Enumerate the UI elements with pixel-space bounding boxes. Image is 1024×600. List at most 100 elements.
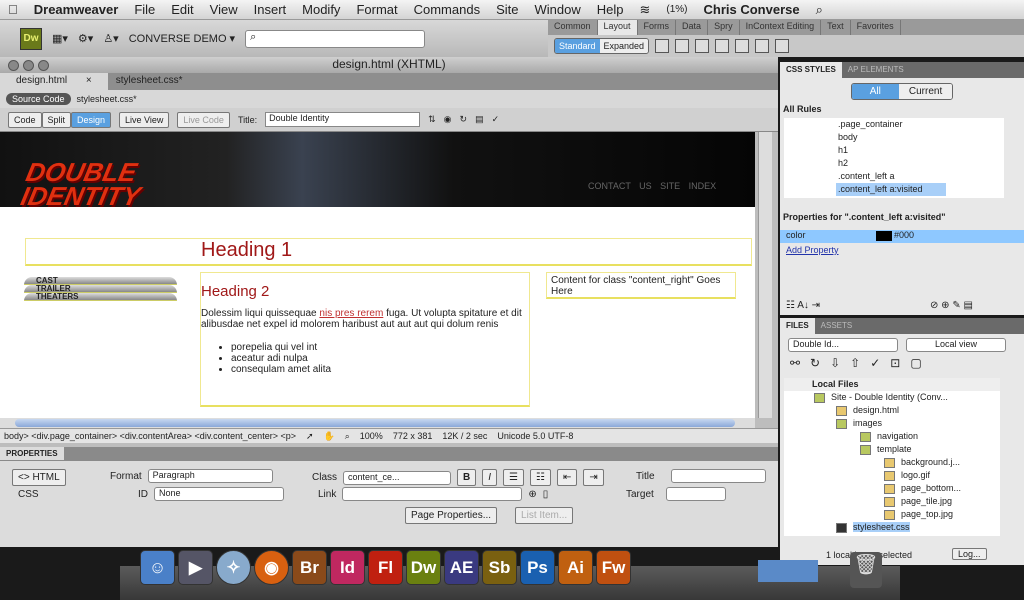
bold-button[interactable]: B: [457, 469, 477, 486]
indent-icon[interactable]: ⇥: [583, 469, 604, 486]
spry-tabbed-icon[interactable]: [715, 39, 730, 53]
horizontal-scrollbar[interactable]: [0, 418, 755, 428]
refresh-icon[interactable]: ↻: [460, 114, 468, 125]
spry-menu-icon[interactable]: [695, 39, 710, 53]
layout-icon[interactable]: ▦▾: [52, 32, 68, 45]
select-tool-icon[interactable]: ➚: [306, 431, 314, 442]
tab-incontext[interactable]: InContext Editing: [740, 20, 822, 35]
all-mode-button[interactable]: All: [851, 84, 899, 99]
menu-commands[interactable]: Commands: [414, 2, 480, 17]
point-to-file-icon[interactable]: ⊕: [528, 489, 536, 500]
visual-aids-icon[interactable]: ▤: [475, 114, 484, 125]
vertical-scrollbar[interactable]: [758, 132, 772, 418]
property-value[interactable]: #000: [894, 230, 914, 240]
spry-collapsible-icon[interactable]: [755, 39, 770, 53]
page-properties-button[interactable]: Page Properties...: [405, 507, 498, 524]
tree-item-site[interactable]: Site - Double Identity (Conv...: [784, 391, 1000, 404]
design-view-button[interactable]: Design: [71, 111, 112, 128]
format-select[interactable]: Paragraph: [147, 469, 273, 483]
zoom-window-icon[interactable]: [38, 60, 49, 71]
list-item-button[interactable]: List Item...: [515, 507, 574, 524]
tab-forms[interactable]: Forms: [638, 20, 677, 35]
link-input[interactable]: [342, 487, 523, 501]
related-file-stylesheet[interactable]: stylesheet.css*: [77, 94, 137, 104]
minimize-window-icon[interactable]: [23, 60, 34, 71]
window-size[interactable]: 772 x 381: [393, 431, 433, 441]
preview-browser-icon[interactable]: ◉: [444, 114, 452, 125]
check-page-icon[interactable]: ✓: [492, 114, 500, 125]
hand-tool-icon[interactable]: ✋: [324, 431, 335, 442]
menu-file[interactable]: File: [134, 2, 155, 17]
content-right[interactable]: Content for class "content_right" Goes H…: [546, 272, 736, 299]
menu-help[interactable]: Help: [597, 2, 624, 17]
spotlight-icon[interactable]: ⌕: [816, 2, 823, 18]
top-links[interactable]: CONTACT US SITE INDEX: [588, 181, 716, 191]
browse-folder-icon[interactable]: ▯: [543, 489, 549, 500]
battery-status[interactable]: (1%): [666, 4, 687, 15]
dock-app-ps-icon[interactable]: Ps: [520, 550, 555, 585]
menu-app[interactable]: Dreamweaver: [34, 2, 119, 17]
tab-layout[interactable]: Layout: [597, 20, 638, 35]
live-code-button[interactable]: Live Code: [177, 111, 230, 128]
tab-data[interactable]: Data: [676, 20, 709, 35]
rule-item-selected[interactable]: .content_left a:visited: [836, 183, 946, 196]
tab-assets[interactable]: ASSETS: [815, 318, 859, 334]
dock-app-dw-icon[interactable]: Dw: [406, 550, 441, 585]
dock-app-sb-icon[interactable]: Sb: [482, 550, 517, 585]
target-select[interactable]: [665, 487, 726, 501]
dock-app-br-icon[interactable]: Br: [292, 550, 327, 585]
html-mode-button[interactable]: <> HTML: [12, 469, 66, 486]
menu-format[interactable]: Format: [356, 2, 397, 17]
category-view-icon[interactable]: ☷ A↓ ⇥: [786, 300, 820, 311]
tree-item-file[interactable]: design.html: [784, 404, 1000, 417]
close-window-icon[interactable]: [8, 60, 19, 71]
dock-app-fw-icon[interactable]: Fw: [596, 550, 631, 585]
site-icon[interactable]: ♙▾: [103, 32, 118, 45]
tree-item-file[interactable]: background.j...: [784, 456, 1000, 469]
site-select[interactable]: Double Id...: [788, 338, 898, 352]
menu-window[interactable]: Window: [534, 2, 580, 17]
live-view-button[interactable]: Live View: [119, 111, 170, 128]
source-code-button[interactable]: Source Code: [6, 93, 71, 105]
heading-2[interactable]: Heading 2: [201, 283, 529, 300]
class-select[interactable]: content_ce...: [343, 470, 452, 485]
code-view-button[interactable]: Code: [8, 111, 42, 128]
trash-icon[interactable]: 🗑: [850, 552, 882, 588]
insert-ap-div-icon[interactable]: [675, 39, 690, 53]
tab-spry[interactable]: Spry: [708, 20, 740, 35]
tree-item-selected[interactable]: stylesheet.css: [784, 521, 1000, 534]
tab-favorites[interactable]: Favorites: [851, 20, 901, 35]
outdent-icon[interactable]: ⇤: [556, 469, 578, 486]
dock-app-ae-icon[interactable]: AE: [444, 550, 479, 585]
tree-item-folder[interactable]: template: [784, 443, 1000, 456]
zoom-select[interactable]: 100%: [360, 431, 383, 441]
help-search-input[interactable]: ⌕: [245, 29, 426, 48]
menu-site[interactable]: Site: [496, 2, 518, 17]
id-select[interactable]: None: [154, 487, 284, 501]
doc-tab-design[interactable]: design.html ×: [0, 73, 108, 90]
finder-icon[interactable]: ☺: [140, 550, 175, 585]
files-toolbar-icons[interactable]: ⚯↻⇩⇧✓⊡▢: [780, 356, 1024, 370]
insert-div-icon[interactable]: [655, 39, 670, 53]
nav-theaters[interactable]: THEATERS: [24, 293, 177, 301]
menu-view[interactable]: View: [210, 2, 238, 17]
menu-insert[interactable]: Insert: [254, 2, 287, 17]
tree-item-folder[interactable]: images: [784, 417, 1000, 430]
doc-tab-stylesheet[interactable]: stylesheet.css*: [108, 73, 191, 90]
tree-item-file[interactable]: logo.gif: [784, 469, 1000, 482]
menu-modify[interactable]: Modify: [302, 2, 340, 17]
firefox-icon[interactable]: ◉: [254, 550, 289, 585]
spry-accordion-icon[interactable]: [735, 39, 750, 53]
tree-item-file[interactable]: page_top.jpg: [784, 508, 1000, 521]
tab-common[interactable]: Common: [548, 20, 598, 35]
tab-text[interactable]: Text: [821, 20, 851, 35]
rule-item[interactable]: h1: [838, 144, 1004, 157]
tree-item-file[interactable]: page_bottom...: [784, 482, 1000, 495]
tree-item-file[interactable]: page_tile.jpg: [784, 495, 1000, 508]
rule-item[interactable]: .content_left a: [838, 170, 1004, 183]
safari-icon[interactable]: ✧: [216, 550, 251, 585]
page-title-input[interactable]: Double Identity: [265, 112, 421, 127]
list-item[interactable]: porepelia qui vel int: [231, 342, 529, 353]
standard-mode-button[interactable]: Standard: [555, 39, 600, 53]
view-select[interactable]: Local view: [906, 338, 1006, 352]
